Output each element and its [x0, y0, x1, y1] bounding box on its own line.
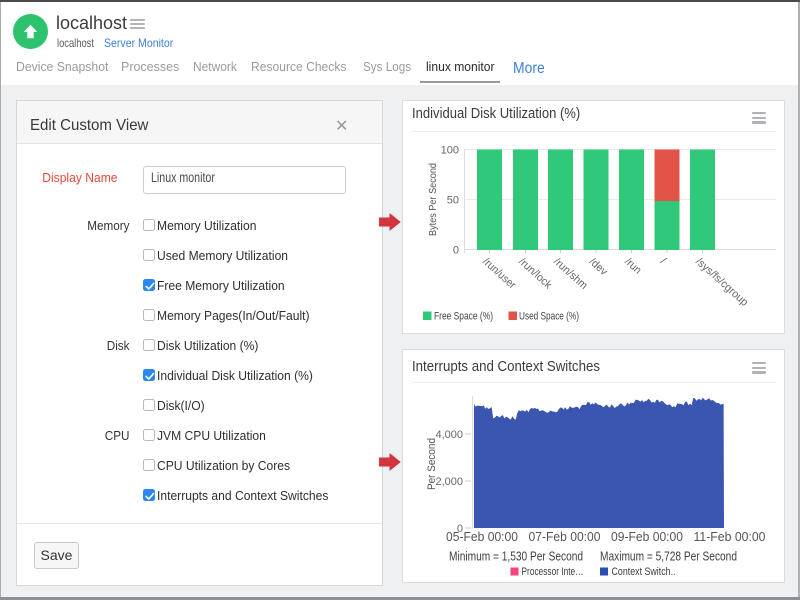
svg-text:/run/lock: /run/lock [516, 256, 554, 292]
svg-text:07-Feb 00:00: 07-Feb 00:00 [528, 530, 600, 544]
svg-text:/run: /run [622, 256, 643, 277]
svg-text:09-Feb 00:00: 09-Feb 00:00 [611, 530, 683, 544]
svg-text:2,000: 2,000 [435, 476, 463, 488]
svg-text:/: / [657, 256, 668, 268]
svg-text:100: 100 [440, 145, 458, 157]
svg-text:11-Feb 00:00: 11-Feb 00:00 [693, 530, 765, 544]
svg-text:Used Space (%): Used Space (%) [519, 311, 579, 323]
svg-text:Maximum = 5,728 Per Second: Maximum = 5,728 Per Second [600, 550, 737, 564]
svg-text:Bytes Per Second: Bytes Per Second [427, 163, 439, 236]
svg-text:0: 0 [452, 245, 458, 257]
svg-text:/run/shm: /run/shm [551, 256, 589, 292]
svg-text:/dev: /dev [586, 256, 609, 279]
svg-text:/run/user: /run/user [480, 256, 518, 292]
svg-text:Free Space (%): Free Space (%) [434, 311, 493, 323]
svg-text:Per Second: Per Second [426, 438, 438, 490]
svg-text:Minimum = 1,530 Per Second: Minimum = 1,530 Per Second [449, 550, 583, 564]
svg-text:Processor Inte…: Processor Inte… [521, 566, 583, 578]
svg-text:4,000: 4,000 [435, 429, 463, 441]
svg-text:/sys/fs/cgroup: /sys/fs/cgroup [693, 256, 750, 309]
svg-text:Context Switch..: Context Switch.. [611, 566, 675, 578]
svg-text:50: 50 [446, 195, 458, 207]
svg-text:05-Feb 00:00: 05-Feb 00:00 [446, 530, 518, 544]
